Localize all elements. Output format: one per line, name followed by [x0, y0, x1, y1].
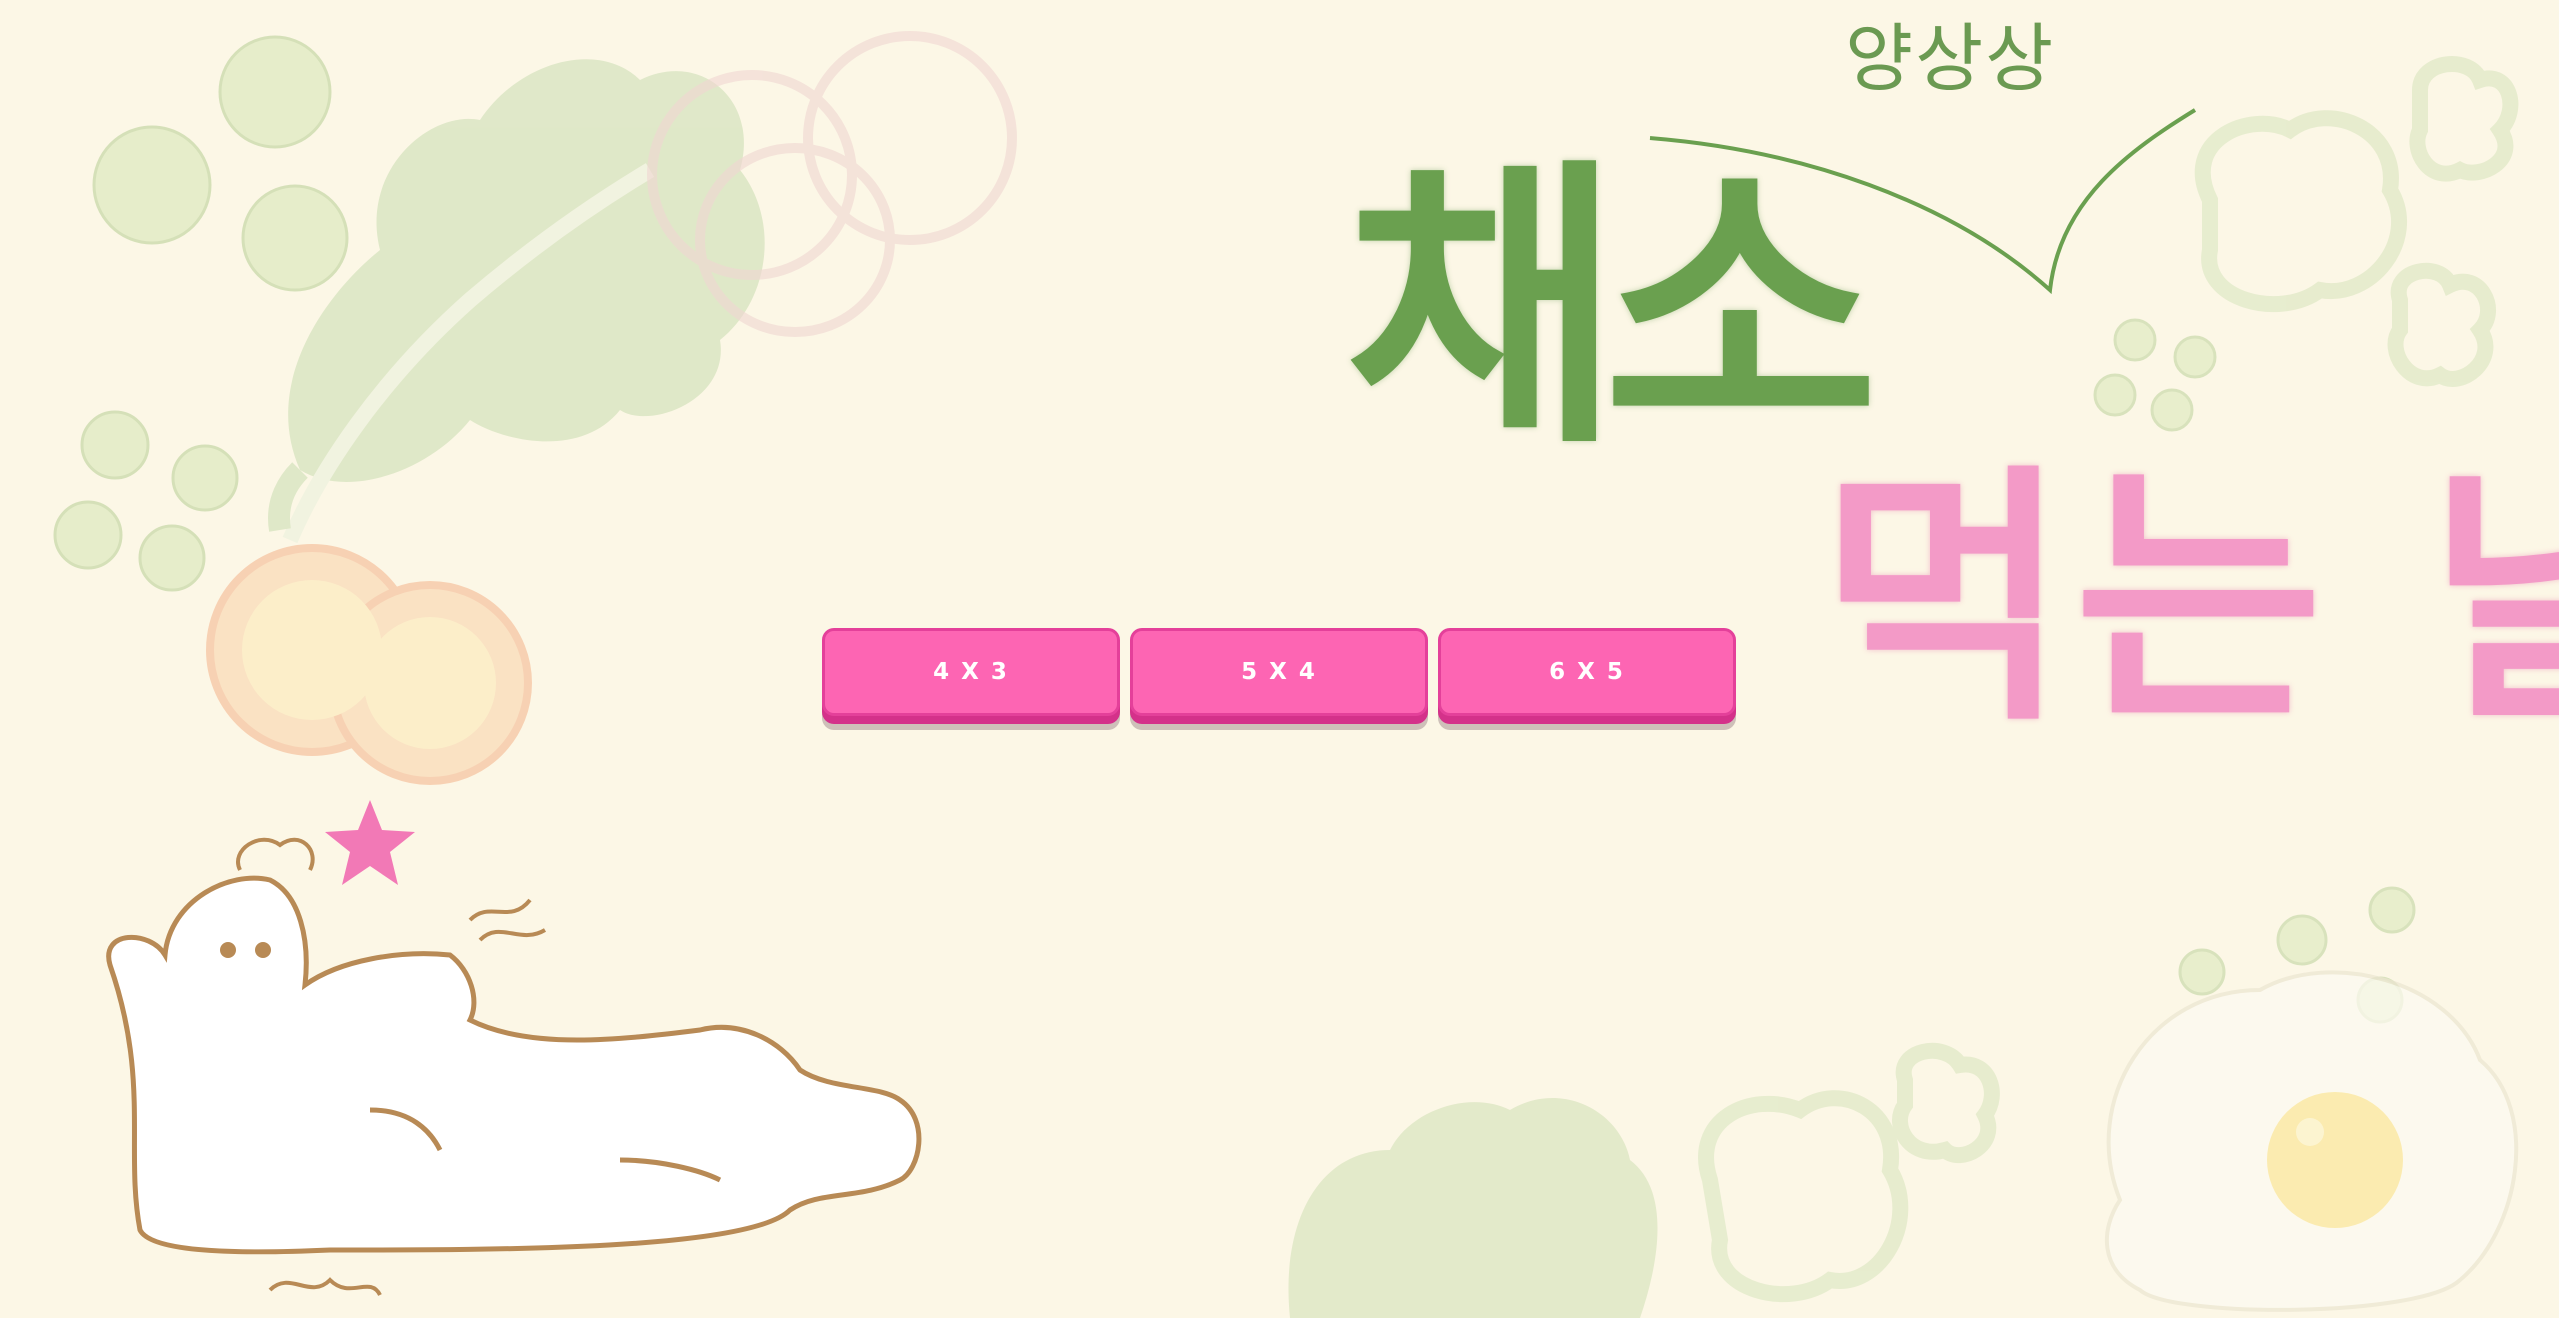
tomato-slices-illustration — [206, 544, 532, 785]
game-start-screen: 양상상 채소 먹는 날 4 X 3 5 X 4 6 X 5 — [0, 0, 2559, 1318]
size-4x3-button[interactable]: 4 X 3 — [822, 628, 1120, 716]
lettuce-leaf-illustration — [268, 59, 765, 544]
size-6x5-button[interactable]: 6 X 5 — [1438, 628, 1736, 716]
bottom-lettuce-illustration — [1288, 1098, 1658, 1318]
title-subtitle: 양상상 — [1845, 16, 2056, 102]
star-icon — [325, 800, 415, 885]
board-size-options: 4 X 3 5 X 4 6 X 5 — [822, 628, 1736, 716]
title-eating-day: 먹는 날 — [1820, 442, 2559, 757]
fried-egg-illustration — [2105, 970, 2519, 1312]
title-vegetable: 채소 — [1345, 135, 1879, 484]
size-5x4-button[interactable]: 5 X 4 — [1130, 628, 1428, 716]
resting-character-illustration — [106, 800, 922, 1297]
